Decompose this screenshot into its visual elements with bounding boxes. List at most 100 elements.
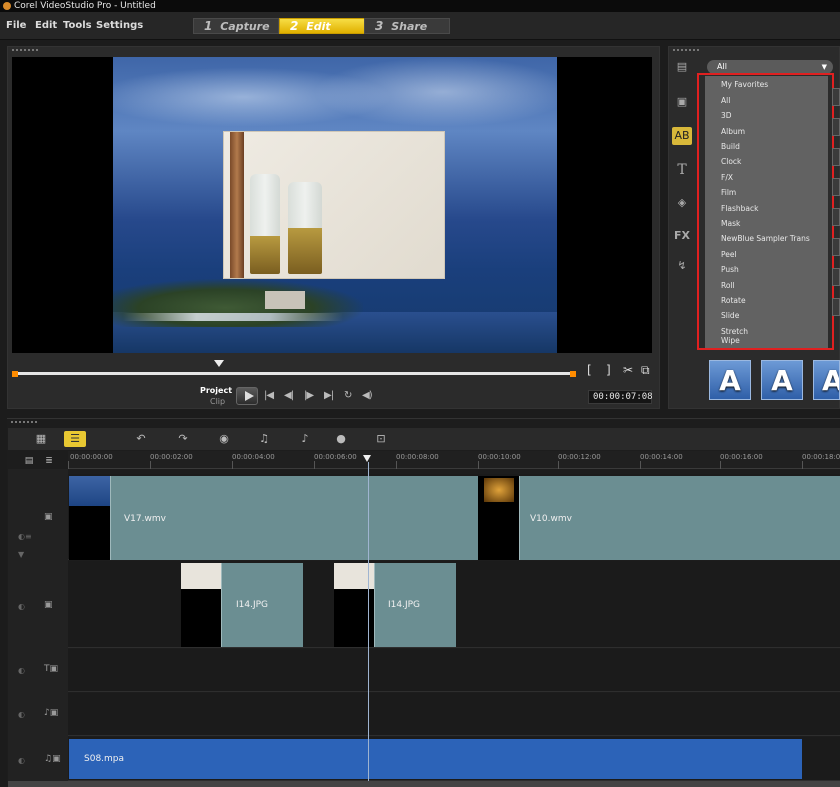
transition-thumbnail[interactable] xyxy=(832,148,840,166)
ruler-tick xyxy=(558,461,559,469)
tab-capture-number: 1 xyxy=(204,19,213,33)
playhead-line xyxy=(368,462,369,782)
playhead-marker[interactable] xyxy=(363,455,371,462)
project-mode-label[interactable]: Project xyxy=(200,386,232,395)
ruler-tick xyxy=(150,461,151,469)
motion-tracking-icon[interactable]: ● xyxy=(330,431,352,447)
menu-file[interactable]: File xyxy=(6,20,26,31)
trim-start-handle[interactable] xyxy=(12,371,18,377)
fit-timeline-icon[interactable]: ⊡ xyxy=(370,431,392,447)
ruler-tick-label: 00:00:10:00 xyxy=(478,453,521,461)
overlay-track-icon[interactable]: ▣ xyxy=(44,600,53,610)
transition-thumbnail-a[interactable]: A xyxy=(709,360,751,400)
cloud xyxy=(313,57,557,127)
previous-frame-icon[interactable]: ◀| xyxy=(284,390,294,401)
chevron-down-icon[interactable]: ▼ xyxy=(18,550,24,559)
tab-share[interactable]: 3 Share xyxy=(364,18,450,34)
instant-project-icon[interactable]: ▣ xyxy=(672,93,692,111)
ruler-tick-label: 00:00:14:00 xyxy=(640,453,683,461)
timeline-view-icon[interactable]: ☰ xyxy=(64,431,86,447)
title-icon[interactable]: T xyxy=(672,161,692,179)
menu-tools[interactable]: Tools xyxy=(63,20,92,31)
clip-mode-label[interactable]: Clip xyxy=(210,397,225,406)
transition-thumbnail[interactable] xyxy=(832,88,840,106)
ruler-tick-label: 00:00:18:00 xyxy=(802,453,840,461)
track-visibility-icon[interactable]: ◐ xyxy=(18,710,25,719)
scrubber-handle[interactable] xyxy=(214,360,224,367)
voice-track[interactable] xyxy=(68,693,840,736)
track-manager-icon[interactable]: ▤ xyxy=(18,453,40,469)
track-visibility-icon[interactable]: ◐ xyxy=(18,602,25,611)
track-visibility-icon[interactable]: ◐ xyxy=(18,666,25,675)
transition-thumbnail-a[interactable]: A xyxy=(761,360,803,400)
panel-grip[interactable] xyxy=(11,421,37,423)
filter-fx-icon[interactable]: FX xyxy=(672,227,692,245)
repeat-icon[interactable]: ↻ xyxy=(344,390,352,401)
transition-thumbnail-a[interactable]: A xyxy=(813,360,840,400)
tab-edit-label: Edit xyxy=(306,20,331,33)
video-track-icon[interactable]: ▣ xyxy=(44,512,53,522)
scrubber-track[interactable] xyxy=(14,372,574,375)
mark-out-button[interactable]: ] xyxy=(606,363,611,377)
play-button[interactable] xyxy=(236,387,258,405)
transition-thumbnail[interactable] xyxy=(832,268,840,286)
title-track[interactable] xyxy=(68,649,840,692)
ruler-tick xyxy=(640,461,641,469)
transition-thumbnail[interactable] xyxy=(832,208,840,226)
undo-icon[interactable]: ↶ xyxy=(130,431,152,447)
path-icon[interactable]: ↯ xyxy=(672,257,692,275)
graphic-icon[interactable]: ◈ xyxy=(672,194,692,212)
menu-edit[interactable]: Edit xyxy=(35,20,57,31)
sound-mixer-icon[interactable]: ♫ xyxy=(253,431,275,447)
overlay-clip-label: I14.JPG xyxy=(388,600,421,610)
next-frame-icon[interactable]: |▶ xyxy=(304,390,314,401)
record-capture-icon[interactable]: ◉ xyxy=(213,431,235,447)
ruler-tick xyxy=(478,461,479,469)
track-header-column xyxy=(8,469,68,787)
video-clip-label: V17.wmv xyxy=(124,514,166,524)
overlay-photo xyxy=(223,131,445,279)
transition-thumbnail[interactable] xyxy=(832,298,840,316)
track-visibility-icon[interactable]: ◐≡ xyxy=(18,532,32,541)
transition-thumbnail[interactable] xyxy=(832,178,840,196)
panel-grip[interactable] xyxy=(12,49,38,51)
end-icon[interactable]: ▶| xyxy=(324,390,334,401)
timeline-scrollbar[interactable] xyxy=(8,781,840,787)
pepper-grinder xyxy=(230,132,244,278)
panel-grip[interactable] xyxy=(673,49,699,51)
storyboard-view-icon[interactable]: ▦ xyxy=(30,431,52,447)
media-library-icon[interactable]: ▤ xyxy=(672,58,692,76)
audio-clip-label: S08.mpa xyxy=(84,754,125,764)
track-visibility-icon[interactable]: ◐ xyxy=(18,756,25,765)
ruler-tick xyxy=(802,461,803,469)
mark-in-button[interactable]: [ xyxy=(587,363,592,377)
clip-thumbnail-image xyxy=(181,563,221,589)
window-title: Corel VideoStudio Pro - Untitled xyxy=(14,1,156,11)
redo-icon[interactable]: ↷ xyxy=(172,431,194,447)
app-logo-icon xyxy=(3,2,11,10)
music-track-icon[interactable]: ♫▣ xyxy=(44,754,61,764)
chevron-down-icon: ▼ xyxy=(821,63,827,71)
transition-thumbnail[interactable] xyxy=(832,238,840,256)
audio-clip[interactable] xyxy=(69,739,802,779)
transition-icon[interactable]: AB xyxy=(672,127,692,145)
preview-frame xyxy=(113,57,557,353)
split-clip-icon[interactable]: ✂ xyxy=(623,363,633,377)
auto-music-icon[interactable]: ♪ xyxy=(294,431,316,447)
trim-end-handle[interactable] xyxy=(570,371,576,377)
category-dropdown[interactable]: All ▼ xyxy=(707,60,833,74)
menu-settings[interactable]: Settings xyxy=(96,20,143,31)
dropdown-highlight-box xyxy=(697,73,834,350)
volume-icon[interactable]: ◀) xyxy=(362,390,373,401)
tab-share-label: Share xyxy=(391,20,428,33)
home-icon[interactable]: |◀ xyxy=(264,390,274,401)
tab-capture[interactable]: 1 Capture xyxy=(193,18,279,34)
add-chapter-icon[interactable]: ≣ xyxy=(38,453,60,469)
ruler-tick xyxy=(396,461,397,469)
voice-track-icon[interactable]: ♪▣ xyxy=(44,708,58,718)
timecode-display[interactable]: 00:00:07:08 xyxy=(588,390,653,404)
transition-thumbnail[interactable] xyxy=(832,118,840,136)
enlarge-preview-icon[interactable]: ⧉ xyxy=(641,363,650,378)
tab-edit[interactable]: 2 Edit xyxy=(279,18,365,34)
title-track-icon[interactable]: T▣ xyxy=(44,664,58,674)
